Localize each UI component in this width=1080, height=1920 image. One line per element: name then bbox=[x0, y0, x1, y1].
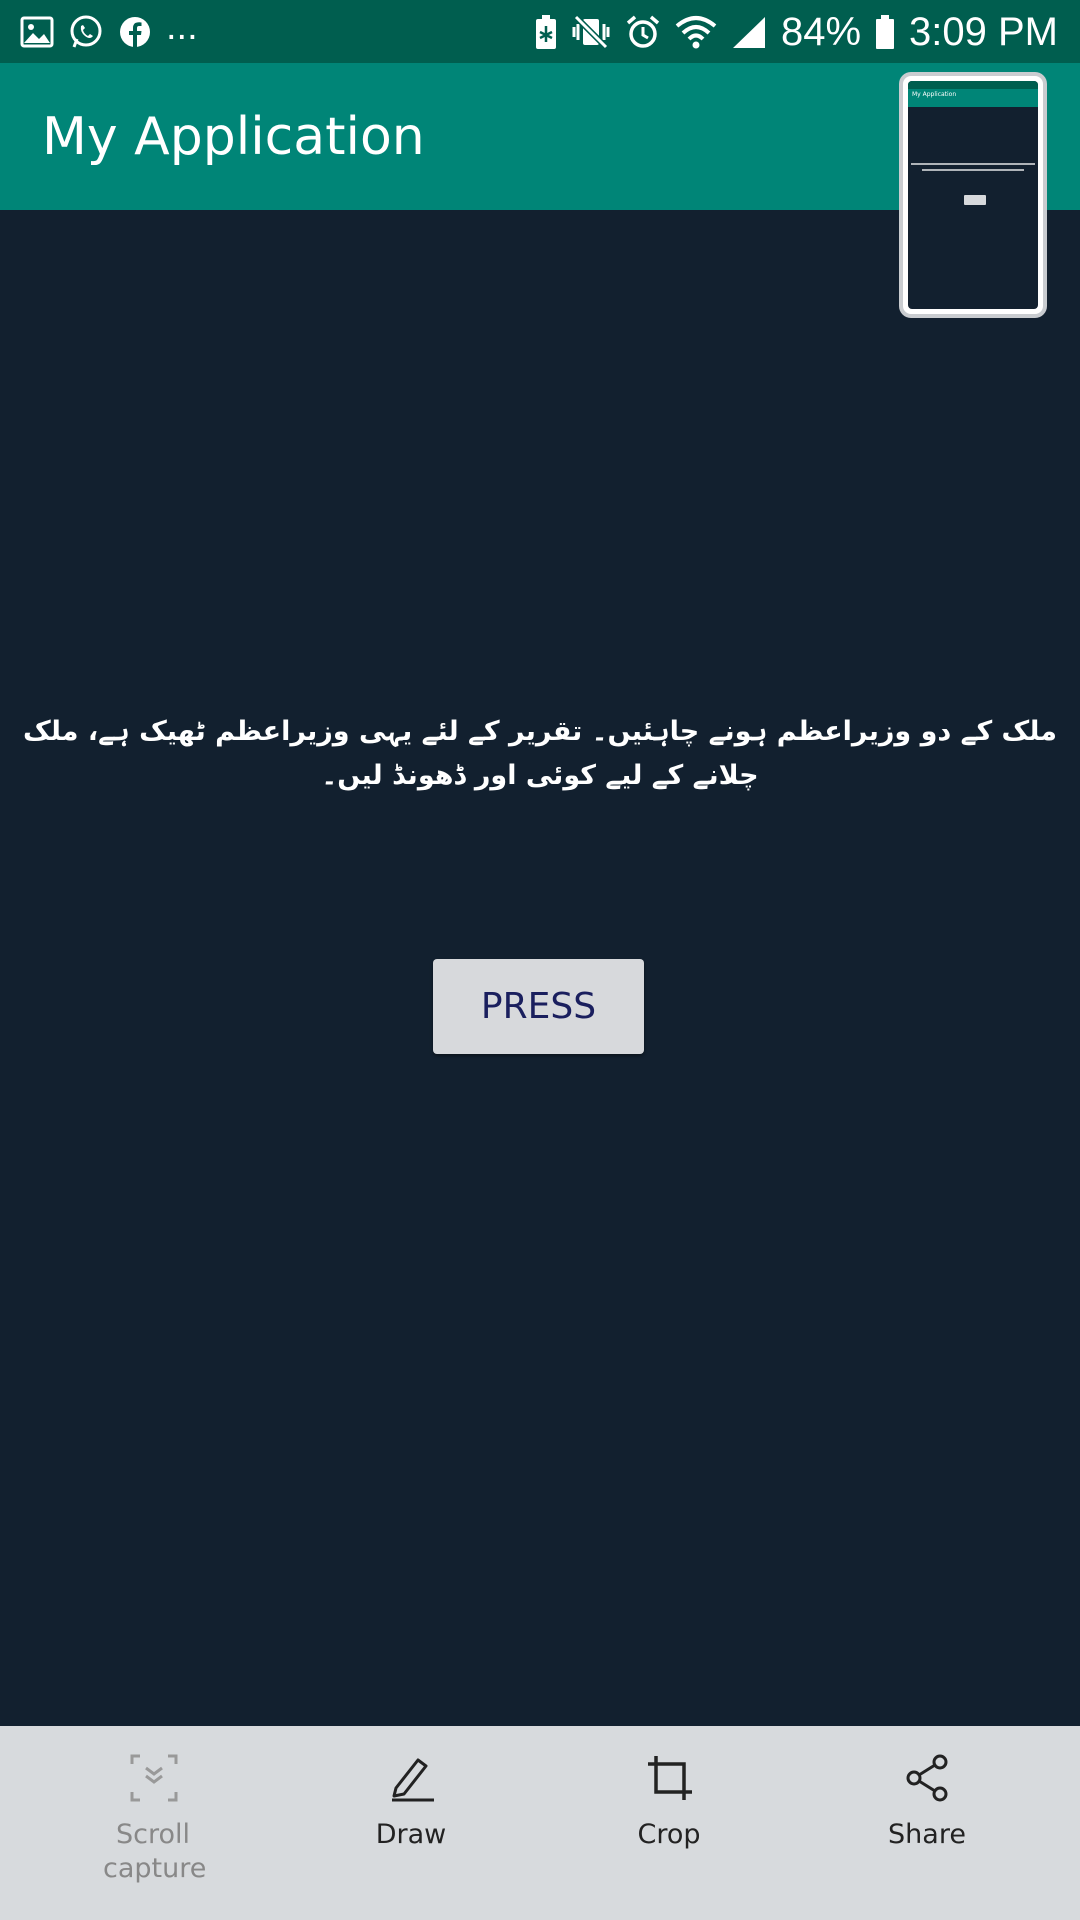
battery-icon bbox=[875, 14, 895, 50]
scroll-capture-label: Scroll capture bbox=[103, 1819, 207, 1884]
press-button[interactable]: PRESS bbox=[433, 959, 644, 1054]
thumbnail-text-line bbox=[922, 169, 1024, 171]
cell-signal-icon bbox=[731, 15, 767, 49]
crop-label: Crop bbox=[637, 1819, 701, 1850]
message-text: ملک کے دو وزیراعظم ہونے چاہئیں۔ تقریر کے… bbox=[23, 716, 1057, 791]
status-bar: ... 84% 3:09 PM bbox=[0, 0, 1080, 63]
vibrate-mute-icon bbox=[571, 14, 611, 50]
thumbnail-status-bar bbox=[908, 81, 1038, 89]
scroll-capture-icon bbox=[130, 1754, 178, 1802]
whatsapp-icon bbox=[68, 14, 104, 50]
pencil-icon bbox=[388, 1754, 436, 1802]
thumbnail-button bbox=[964, 195, 986, 205]
thumbnail-preview: My Application bbox=[908, 81, 1038, 309]
app-title: My Application bbox=[42, 107, 425, 167]
system-indicators: 84% 3:09 PM bbox=[535, 10, 1058, 54]
crop-icon bbox=[646, 1754, 694, 1802]
draw-label: Draw bbox=[375, 1819, 447, 1850]
alarm-icon bbox=[625, 14, 661, 50]
scroll-capture-button[interactable]: Scroll capture bbox=[18, 1726, 288, 1920]
wifi-icon bbox=[675, 15, 717, 49]
clock: 3:09 PM bbox=[909, 9, 1058, 54]
thumbnail-text-line bbox=[911, 163, 1035, 165]
more-notifications-indicator: ... bbox=[166, 5, 198, 48]
thumbnail-title: My Application bbox=[912, 91, 957, 98]
battery-saver-icon bbox=[535, 14, 557, 50]
crop-button[interactable]: Crop bbox=[534, 1726, 804, 1920]
share-button[interactable]: Share bbox=[792, 1726, 1062, 1920]
battery-percentage: 84% bbox=[780, 9, 862, 54]
screenshot-thumbnail[interactable]: My Application bbox=[899, 72, 1047, 318]
screenshot-toolbar: Scroll capture Draw Crop Share bbox=[0, 1726, 1080, 1920]
share-label: Share bbox=[888, 1819, 966, 1850]
facebook-icon bbox=[118, 15, 152, 49]
gallery-icon bbox=[20, 16, 54, 48]
main-content: ملک کے دو وزیراعظم ہونے چاہئیں۔ تقریر کے… bbox=[0, 210, 1080, 1726]
share-icon bbox=[904, 1754, 952, 1802]
draw-button[interactable]: Draw bbox=[276, 1726, 546, 1920]
notification-icons: ... bbox=[20, 6, 198, 52]
